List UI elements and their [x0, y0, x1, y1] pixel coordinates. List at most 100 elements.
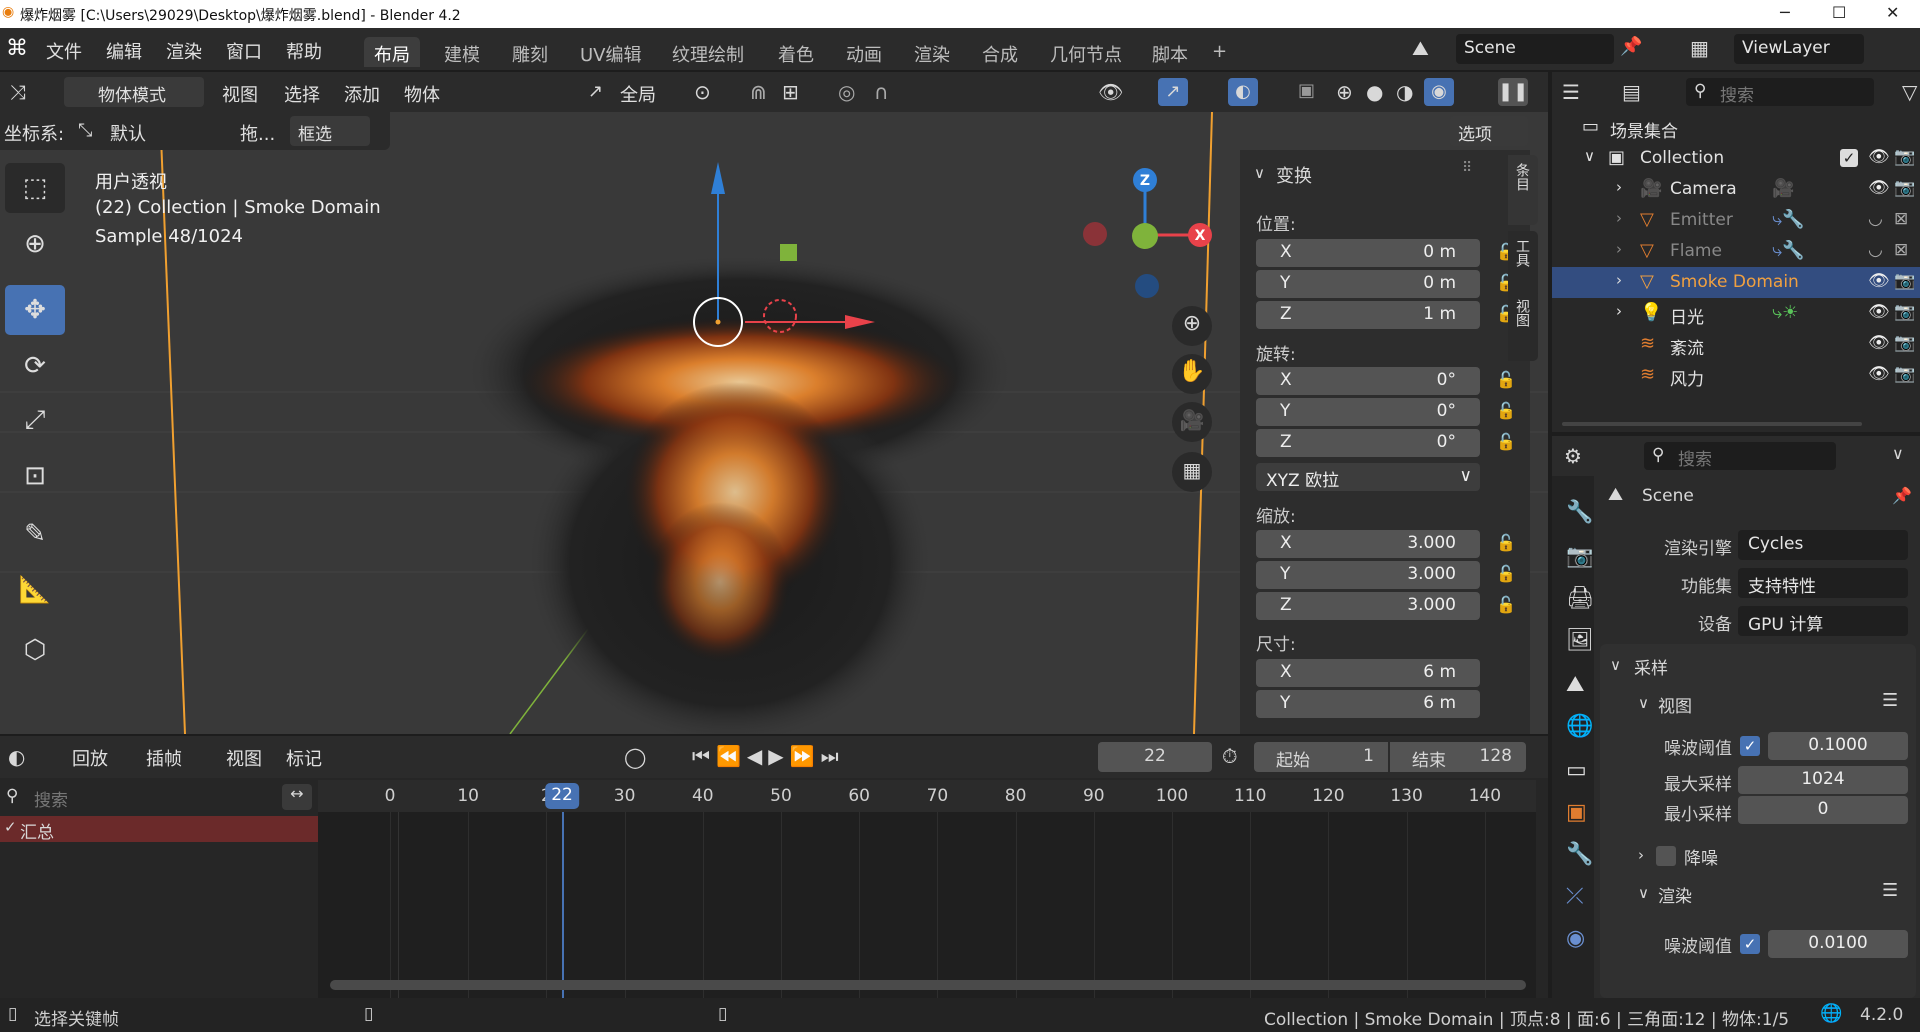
menu-keying[interactable]: 插帧	[146, 745, 182, 771]
outliner-item-turbulence[interactable]: ≋ 紊流 👁 📷	[1552, 329, 1920, 360]
sampling-panel-title[interactable]: 采样	[1634, 654, 1668, 679]
clock-editor-icon[interactable]: ◐	[8, 745, 25, 769]
location-y-field[interactable]: Y0 m	[1256, 270, 1480, 298]
xray-icon[interactable]: ▣	[1298, 80, 1315, 101]
editor-type-icon[interactable]: ⚙	[1564, 444, 1582, 468]
device-dropdown[interactable]: GPU 计算	[1738, 606, 1908, 636]
proportional-edit-icon[interactable]: ◎	[838, 80, 855, 104]
menu-file[interactable]: 文件	[46, 38, 82, 64]
rotate-tool-icon[interactable]: ⟳	[5, 341, 65, 391]
chevron-down-icon[interactable]: ∨	[1638, 694, 1649, 712]
maximize-button[interactable]: ☐	[1832, 3, 1846, 22]
eye-closed-icon[interactable]: ◡	[1868, 209, 1883, 229]
lock-icon[interactable]: 🔓	[1496, 401, 1516, 420]
current-frame-field[interactable]: 22	[1098, 742, 1212, 772]
preview-range-icon[interactable]: ⏱	[1222, 744, 1238, 768]
viewport-subpanel-title[interactable]: 视图	[1658, 692, 1692, 717]
properties-search-input[interactable]: 搜索	[1678, 445, 1712, 470]
tab-item[interactable]: 条目	[1508, 155, 1538, 225]
transform-orientation-icon[interactable]: ↗	[588, 81, 603, 102]
scene-collection-row[interactable]: ▭ 场景集合	[1552, 112, 1920, 143]
pause-render-icon[interactable]: ❚❚	[1498, 78, 1528, 106]
menu-select[interactable]: 选择	[284, 81, 320, 107]
render-disabled-icon[interactable]: ⊠	[1894, 209, 1908, 229]
collection-properties-icon[interactable]: ▭	[1566, 758, 1587, 783]
tab-sculpting[interactable]: 雕刻	[502, 37, 558, 67]
select-box-dropdown[interactable]: 框选	[290, 116, 370, 146]
chevron-right-icon[interactable]: ›	[1638, 846, 1644, 864]
swap-icon[interactable]: ↔	[282, 784, 312, 810]
scale-tool-icon[interactable]: ⤢	[5, 395, 65, 445]
snap-icon[interactable]: ⋒	[750, 80, 767, 104]
channel-search-input[interactable]: 搜索	[30, 784, 270, 811]
tab-texture-paint[interactable]: 纹理绘制	[662, 37, 754, 67]
gizmo-toggle-icon[interactable]: ↗	[1158, 78, 1188, 106]
render-camera-icon[interactable]: 📷	[1894, 271, 1915, 291]
navigation-gizmo[interactable]: Z X	[1070, 160, 1220, 310]
scene-properties-icon[interactable]: ⛰	[1566, 672, 1584, 697]
menu-window[interactable]: 窗口	[226, 38, 262, 64]
transform-tool-icon[interactable]: ⊡	[5, 451, 65, 501]
menu-edit[interactable]: 编辑	[106, 38, 142, 64]
collection-include-checkbox[interactable]: ✓	[1840, 149, 1858, 167]
lock-icon[interactable]: 🔓	[1496, 564, 1516, 583]
playhead-frame-label[interactable]: 22	[545, 783, 579, 809]
tab-geometry-nodes[interactable]: 几何节点	[1040, 37, 1132, 67]
render-disabled-icon[interactable]: ⊠	[1894, 240, 1908, 260]
outliner-item-emitter[interactable]: › ▽ Emitter ⤷🔧 ◡ ⊠	[1552, 205, 1920, 236]
menu-add[interactable]: 添加	[344, 81, 380, 107]
viewport-min-samples-field[interactable]: 0	[1738, 796, 1908, 824]
lock-icon[interactable]: 🔓	[1496, 533, 1516, 552]
tab-compositing[interactable]: 合成	[972, 37, 1028, 67]
view-layer-properties-icon[interactable]: 🖼	[1566, 628, 1594, 653]
scene-selector[interactable]: Scene	[1456, 34, 1614, 64]
noise-threshold-checkbox[interactable]: ✓	[1740, 736, 1760, 756]
properties-search[interactable]: ⚲ 搜索	[1644, 442, 1836, 470]
minimize-button[interactable]: ─	[1780, 3, 1790, 22]
modifier-icon[interactable]: ⤷🔧	[1772, 240, 1805, 261]
chevron-down-icon[interactable]: ∨	[1892, 444, 1904, 463]
drag-handle-icon[interactable]: ⠿	[1462, 160, 1472, 176]
eye-icon[interactable]: 👁	[1868, 147, 1890, 167]
pin-icon[interactable]: 📌	[1892, 486, 1912, 505]
select-box-tool-icon[interactable]: ⬚	[5, 163, 65, 213]
outliner-item-wind[interactable]: ≋ 风力 👁 📷	[1552, 360, 1920, 391]
chevron-down-icon[interactable]: ∨	[1610, 656, 1621, 674]
rotation-z-field[interactable]: Z 0°	[1256, 429, 1480, 457]
render-noise-threshold-field[interactable]: 0.0100	[1768, 930, 1908, 958]
denoise-subpanel-title[interactable]: 降噪	[1684, 844, 1718, 869]
render-noise-threshold-checkbox[interactable]: ✓	[1740, 934, 1760, 954]
start-frame-field[interactable]: 起始 1	[1254, 742, 1388, 772]
auto-keying-icon[interactable]: ◯	[624, 745, 646, 769]
outliner-item-flame[interactable]: › ▽ Flame ⤷🔧 ◡ ⊠	[1552, 236, 1920, 267]
timeline-scrollbar[interactable]	[330, 980, 1526, 990]
close-button[interactable]: ✕	[1886, 3, 1899, 22]
snap-target-icon[interactable]: ⊞	[782, 80, 799, 104]
pan-hand-icon[interactable]: ✋	[1172, 354, 1212, 394]
eye-closed-icon[interactable]: ◡	[1868, 240, 1883, 260]
measure-tool-icon[interactable]: 📐	[5, 565, 65, 615]
denoise-checkbox[interactable]	[1656, 846, 1676, 866]
render-properties-icon[interactable]: 📷	[1566, 544, 1593, 569]
outliner-search[interactable]: ⚲ 搜索	[1686, 78, 1874, 106]
tab-uv-editing[interactable]: UV编辑	[570, 37, 652, 67]
falloff-icon[interactable]: ∩	[874, 80, 889, 104]
output-properties-icon[interactable]: 🖨	[1566, 586, 1594, 611]
tab-modeling[interactable]: 建模	[434, 37, 490, 67]
render-camera-icon[interactable]: 📷	[1894, 302, 1915, 322]
tool-properties-icon[interactable]: 🔧	[1566, 500, 1593, 525]
rotation-mode-dropdown[interactable]: XYZ 欧拉 ∨	[1256, 463, 1480, 491]
chevron-down-icon[interactable]: ∨	[1254, 164, 1265, 182]
scale-x-field[interactable]: X 3.000	[1256, 530, 1480, 558]
feature-set-dropdown[interactable]: 支持特性	[1738, 568, 1908, 598]
chevron-right-icon[interactable]: ›	[1616, 178, 1622, 196]
annotate-tool-icon[interactable]: ✎	[5, 509, 65, 559]
perspective-toggle-icon[interactable]: ▦	[1172, 452, 1212, 492]
timeline-ruler[interactable]: 01023040506070809010011012013014022	[318, 780, 1536, 812]
render-camera-icon[interactable]: 📷	[1894, 178, 1915, 198]
viewport-noise-threshold-field[interactable]: 0.1000	[1768, 732, 1908, 760]
chevron-down-icon[interactable]: ∨	[1638, 884, 1649, 902]
options-dropdown[interactable]: 选项	[1450, 116, 1528, 146]
summary-row[interactable]: ✓ 汇总	[0, 816, 318, 843]
tab-layout[interactable]: 布局	[364, 37, 420, 67]
